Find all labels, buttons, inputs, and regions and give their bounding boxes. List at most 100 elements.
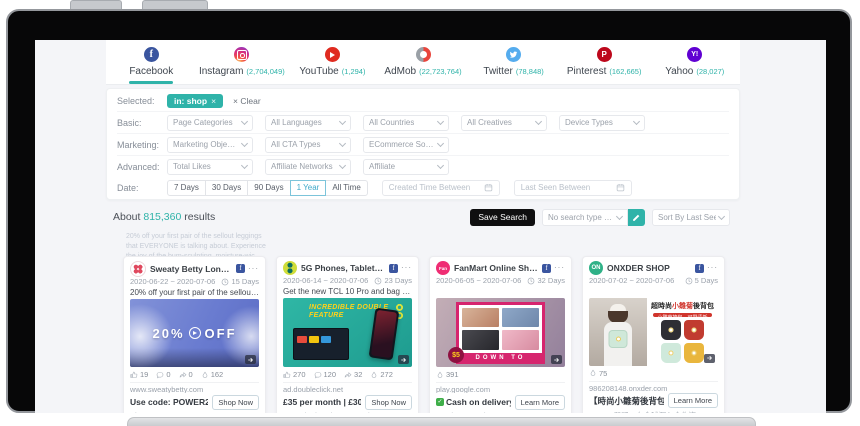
ad-duration: 32 Days [527,276,565,285]
filter-dropdown[interactable]: Total Likes [167,159,253,175]
card-menu-button[interactable]: ··· [554,266,565,270]
ad-cta-button[interactable]: Learn More [668,393,718,408]
heat-icon [589,369,597,377]
stat-heat: 75 [589,369,607,378]
ad-text-tooltip-line: 20% off your first pair of the sellout l… [126,232,266,242]
ad-landing-url[interactable]: www.sweatybetty.com [130,382,259,393]
date-range-button[interactable]: All Time [325,180,367,196]
device-base [127,417,756,426]
tab-facebook[interactable]: f Facebook [106,40,197,84]
edit-saved-search-button[interactable] [628,209,645,226]
tab-label: Twitter [483,66,512,77]
date-picker-input[interactable]: Created Time Between [382,180,500,196]
expand-arrow-icon [553,357,560,363]
page-name[interactable]: Sweaty Betty London | Wom... [150,264,232,274]
ad-creative[interactable]: 超時尚小雛菊後背包小雛菊挎包，可愛清新 [589,298,718,366]
filter-dropdown[interactable]: All Languages [265,115,351,131]
filter-dropdown[interactable]: Page Categories [167,115,253,131]
ad-cta-button[interactable]: Shop Now [365,395,412,410]
ad-card: ON ONXDER SHOP f ··· 2020-07-02 ~ 2020-0… [582,256,725,413]
ad-card: 5G Phones, Tablets & SIMs | ... f ··· 20… [276,256,419,413]
ad-duration: 5 Days [685,276,718,285]
clock-icon [527,277,535,285]
tab-label: Yahoo [665,66,693,77]
chip-remove-icon[interactable]: × [211,96,216,106]
ad-creative[interactable]: DOWN TO$5 [436,298,565,367]
stat-like: 270 [283,370,306,379]
ad-text-tooltip-line: that EVERYONE is talking about. Experien… [126,242,266,252]
yahoo-icon: Y! [687,47,702,62]
selected-filter-row: Selected: in: shop× × Clear [117,90,729,111]
card-menu-button[interactable]: ··· [248,267,259,271]
saved-search-select[interactable]: No search type saved [542,209,628,226]
card-menu-button[interactable]: ··· [401,266,412,270]
date-picker-input[interactable]: Last Seen Between [514,180,632,196]
filter-dropdown[interactable]: All CTA Types [265,137,351,153]
tab-admob[interactable]: AdMob(22,723,764) [378,40,469,84]
tab-twitter[interactable]: Twitter(78,848) [468,40,559,84]
clear-filters-button[interactable]: × Clear [233,96,261,106]
tab-label: Instagram [199,66,243,77]
tab-instagram[interactable]: Instagram(2,704,049) [197,40,288,84]
filter-dropdown[interactable]: Affiliate [363,159,449,175]
filter-dropdown[interactable]: All Creatives [461,115,547,131]
chevron-down-icon [437,140,444,147]
ad-creative[interactable]: 20%OFF [130,299,259,368]
like-icon [130,371,138,379]
tab-label: AdMob [384,66,416,77]
date-label: Date: [117,183,167,193]
ad-duration: 23 Days [374,276,412,285]
page-name[interactable]: 5G Phones, Tablets & SIMs | ... [301,263,385,273]
ad-cta-text: Use code: POWER20 [130,397,208,407]
selected-filter-chip[interactable]: in: shop× [167,94,223,108]
filter-panel: Selected: in: shop× × Clear Basic: Page … [106,88,740,200]
page-name[interactable]: ONXDER SHOP [607,263,691,273]
twitter-icon [506,47,521,62]
card-menu-button[interactable]: ··· [707,266,718,270]
tab-pinterest[interactable]: P Pinterest(162,665) [559,40,650,84]
filter-dropdown[interactable]: Device Types [559,115,645,131]
page-avatar: ON [589,261,603,275]
ad-creative[interactable]: INCREDIBLE DOUBLEFEATURE [283,298,412,367]
date-filter-row: Date: 7 Days30 Days90 Days1 YearAll Time… [117,177,729,198]
page-name[interactable]: FanMart Online Shopping - F... [454,263,538,273]
ad-landing-url[interactable]: 986208148.onxder.com [589,381,718,392]
sort-select[interactable]: Sort By Last Seen [652,209,730,226]
tab-yahoo[interactable]: Y! Yahoo(28,027) [649,40,740,84]
filter-row: Marketing: Marketing ObjectivesAll CTA T… [117,133,729,155]
ad-cta-text: 【時尚小雛菊後背包】小雛菊刺... [589,395,664,407]
calendar-icon [616,183,625,192]
filter-dropdown[interactable]: All Countries [363,115,449,131]
tab-count: (28,027) [696,67,724,76]
ad-stats: 27012032272 [283,370,412,379]
play-icon [189,327,201,339]
open-creative-icon [704,354,715,363]
date-range-button[interactable]: 1 Year [290,180,327,196]
date-range-button[interactable]: 90 Days [247,180,290,196]
ad-landing-url[interactable]: play.google.com [436,382,565,393]
tab-youtube[interactable]: YouTube(1,294) [287,40,378,84]
filter-dropdown[interactable]: Affiliate Networks [265,159,351,175]
like-icon [283,371,291,379]
chevron-down-icon [437,118,444,125]
filter-row: Basic: Page CategoriesAll LanguagesAll C… [117,111,729,133]
filter-row-label: Advanced: [117,162,167,172]
results-count-value: 815,360 [143,211,181,223]
filter-dropdown[interactable]: ECommerce Softwares [363,137,449,153]
save-search-button[interactable]: Save Search [470,209,535,226]
ad-cta-button[interactable]: Learn More [515,395,565,410]
ad-footer-text: GEGO 嚴選，在全球深入合作迄... [589,410,718,413]
comment-icon [156,371,164,379]
date-range-button[interactable]: 7 Days [167,180,206,196]
clock-icon [685,277,693,285]
filter-dropdown[interactable]: Marketing Objectives [167,137,253,153]
ad-landing-url[interactable]: ad.doubleclick.net [283,382,412,393]
ad-cta-button[interactable]: Shop Now [212,395,259,410]
ad-card: Fan FanMart Online Shopping - F... f ···… [429,256,572,413]
ad-footer-text: Annual price changes and terms ... [283,411,412,413]
date-range-button[interactable]: 30 Days [205,180,248,196]
selected-label: Selected: [117,96,167,106]
comment-icon [314,371,322,379]
ad-footer-text: Shop Now [130,411,259,413]
expand-arrow-icon [400,357,407,363]
